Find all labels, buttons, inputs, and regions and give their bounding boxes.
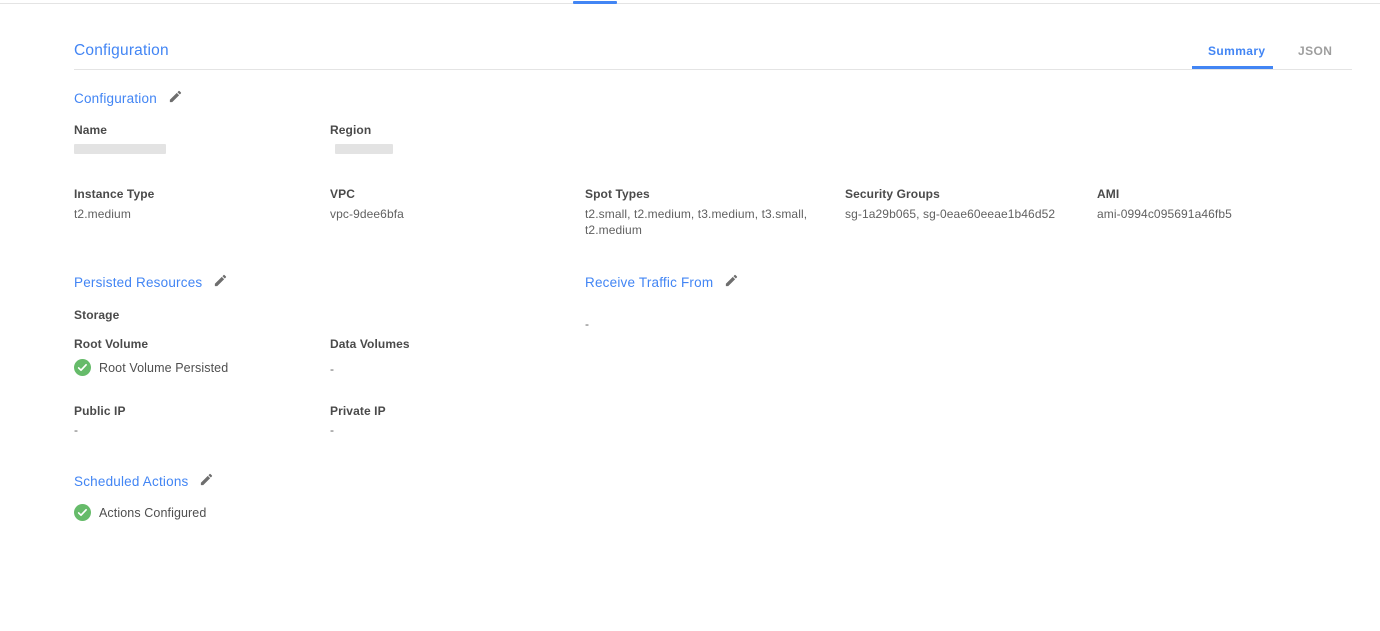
spot-types-label: Spot Types xyxy=(585,187,820,202)
configuration-summary-page: Configuration Summary JSON Configuration… xyxy=(0,0,1380,631)
region-label: Region xyxy=(330,123,570,138)
receive-traffic-from-value: - xyxy=(585,316,589,332)
edit-scheduled-actions-button[interactable] xyxy=(199,472,214,490)
edit-pencil-icon xyxy=(168,89,183,107)
root-volume-status: Root Volume Persisted xyxy=(74,359,228,376)
edit-pencil-icon xyxy=(724,273,739,291)
instance-type-label: Instance Type xyxy=(74,187,314,202)
public-ip-label: Public IP xyxy=(74,404,126,419)
private-ip-value: - xyxy=(330,422,334,438)
spot-types-value: t2.small, t2.medium, t3.medium, t3.small… xyxy=(585,206,820,238)
edit-pencil-icon xyxy=(199,472,214,490)
field-region: Region xyxy=(330,123,570,154)
check-circle-icon xyxy=(74,504,91,521)
scheduled-actions-title: Scheduled Actions xyxy=(74,474,188,489)
vpc-label: VPC xyxy=(330,187,570,202)
receive-traffic-from-title: Receive Traffic From xyxy=(585,275,713,290)
storage-subheading: Storage xyxy=(74,308,119,323)
scheduled-actions-status-text: Actions Configured xyxy=(99,506,206,520)
field-security-groups: Security Groups sg-1a29b065, sg-0eae60ee… xyxy=(845,187,1090,222)
name-label: Name xyxy=(74,123,314,138)
public-ip-value: - xyxy=(74,422,78,438)
persisted-resources-heading: Persisted Resources xyxy=(74,273,228,291)
page-title: Configuration xyxy=(74,42,169,60)
persisted-resources-title: Persisted Resources xyxy=(74,275,202,290)
private-ip-label: Private IP xyxy=(330,404,386,419)
ami-value: ami-0994c095691a46fb5 xyxy=(1097,206,1317,222)
ami-label: AMI xyxy=(1097,187,1317,202)
security-groups-label: Security Groups xyxy=(845,187,1090,202)
scheduled-actions-heading: Scheduled Actions xyxy=(74,472,214,490)
header-divider xyxy=(74,69,1352,70)
tab-json[interactable]: JSON xyxy=(1298,44,1332,58)
field-name: Name xyxy=(74,123,314,154)
edit-pencil-icon xyxy=(213,273,228,291)
top-tabstrip-divider xyxy=(0,3,1380,4)
data-volumes-value: - xyxy=(330,361,334,377)
edit-configuration-button[interactable] xyxy=(168,89,183,107)
security-groups-value: sg-1a29b065, sg-0eae60eeae1b46d52 xyxy=(845,206,1090,222)
field-instance-type: Instance Type t2.medium xyxy=(74,187,314,222)
check-circle-icon xyxy=(74,359,91,376)
field-ami: AMI ami-0994c095691a46fb5 xyxy=(1097,187,1317,222)
data-volumes-label: Data Volumes xyxy=(330,337,410,352)
configuration-section-title: Configuration xyxy=(74,91,157,106)
field-spot-types: Spot Types t2.small, t2.medium, t3.mediu… xyxy=(585,187,820,238)
vpc-value: vpc-9dee6bfa xyxy=(330,206,570,222)
edit-receive-traffic-button[interactable] xyxy=(724,273,739,291)
region-value-redacted xyxy=(335,144,393,154)
scheduled-actions-status: Actions Configured xyxy=(74,504,206,521)
top-active-tab-indicator xyxy=(573,1,617,4)
edit-persisted-resources-button[interactable] xyxy=(213,273,228,291)
root-volume-status-text: Root Volume Persisted xyxy=(99,361,228,375)
root-volume-label: Root Volume xyxy=(74,337,148,352)
name-value-redacted xyxy=(74,144,166,154)
instance-type-value: t2.medium xyxy=(74,206,314,222)
summary-tab-underline xyxy=(1192,66,1273,69)
receive-traffic-from-heading: Receive Traffic From xyxy=(585,273,739,291)
tab-summary[interactable]: Summary xyxy=(1208,44,1266,58)
field-vpc: VPC vpc-9dee6bfa xyxy=(330,187,570,222)
configuration-section-heading: Configuration xyxy=(74,89,183,107)
